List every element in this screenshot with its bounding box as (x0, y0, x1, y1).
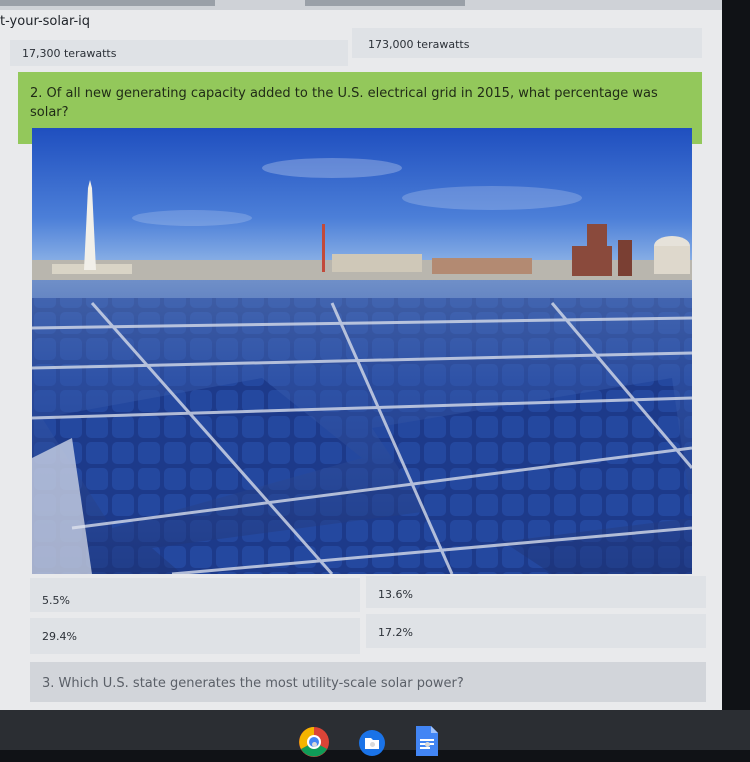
option-label: 13.6% (378, 588, 413, 601)
option-label: 17.2% (378, 626, 413, 639)
answer-option-5-5[interactable]: 5.5% (30, 578, 360, 612)
prev-answer-option-2[interactable]: 173,000 terawatts (352, 28, 702, 58)
solar-panels-photo (32, 128, 692, 574)
browser-tab[interactable] (0, 0, 215, 6)
os-taskbar (0, 710, 750, 757)
page-url-fragment: t-your-solar-iq (0, 14, 91, 29)
browser-viewport: t-your-solar-iq 17,300 terawatts 173,000… (0, 0, 722, 710)
option-label: 29.4% (42, 630, 77, 643)
answer-option-13-6[interactable]: 13.6% (366, 576, 706, 608)
answer-option-29-4[interactable]: 29.4% (30, 618, 360, 654)
option-label: 17,300 terawatts (22, 47, 117, 60)
answer-option-17-2[interactable]: 17.2% (366, 614, 706, 648)
option-label: 173,000 terawatts (368, 38, 470, 51)
question-2-text: 2. Of all new generating capacity added … (30, 86, 658, 120)
chrome-running-indicator (312, 742, 317, 747)
browser-tab[interactable] (305, 0, 465, 6)
question-3-text: 3. Which U.S. state generates the most u… (42, 676, 464, 691)
question-3-header: 3. Which U.S. state generates the most u… (30, 662, 706, 702)
option-label: 5.5% (42, 594, 70, 607)
files-running-indicator (370, 742, 375, 747)
browser-tab-strip (0, 0, 722, 10)
docs-running-indicator (425, 742, 430, 747)
solar-panels-illustration (32, 128, 692, 574)
prev-answer-option-1[interactable]: 17,300 terawatts (10, 40, 348, 66)
